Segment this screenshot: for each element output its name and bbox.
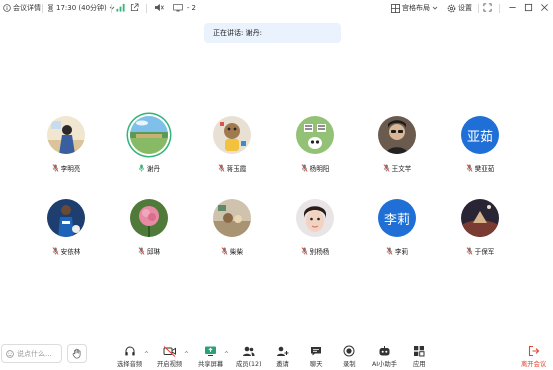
participant-name-line: 李莉	[357, 246, 437, 256]
apps-button[interactable]: 应用	[413, 344, 426, 368]
avatar	[130, 199, 168, 237]
start-video-button[interactable]: 开启视频	[157, 344, 182, 368]
chat-bubble-icon	[310, 345, 322, 357]
avatar: 李莉	[378, 199, 416, 237]
avatar	[130, 116, 168, 154]
participant-name-line: 谢丹	[109, 163, 189, 173]
record-button[interactable]: 录制	[343, 344, 356, 368]
chat-label: 聊天	[310, 361, 323, 368]
headset-icon	[124, 345, 136, 357]
raise-hand-button[interactable]	[67, 344, 87, 363]
select-audio-label: 选择音频	[117, 361, 143, 368]
share-screen-icon	[204, 345, 217, 357]
participant-name-line: 杨明阳	[275, 163, 355, 173]
apps-grid-icon	[413, 345, 425, 357]
mic-muted-icon	[138, 247, 145, 255]
invite-label: 邀请	[276, 361, 289, 368]
mic-muted-icon	[301, 164, 308, 172]
mic-muted-icon	[466, 247, 473, 255]
share-screen-label: 共享屏幕	[198, 361, 224, 368]
members-icon	[242, 345, 255, 357]
avatar-text: 亚茹	[466, 129, 493, 145]
participant-name-line: 李明亮	[26, 163, 106, 173]
participant-name: 李明亮	[60, 165, 81, 173]
participant-name-line: 邱琳	[109, 246, 189, 256]
avatar	[213, 199, 251, 237]
leave-meeting-label: 离开会议	[521, 361, 547, 368]
participant-name: 别杨杨	[309, 248, 330, 256]
participant-name-line: 于保军	[440, 246, 520, 256]
participant-grid: 李明亮 谢丹 蒋玉霞 杨明阳 王文芊 亚茹 樊亚茹 安依林 邱琳 柴柴 别杨杨 …	[0, 0, 553, 300]
participant-name: 蒋玉霞	[226, 165, 247, 173]
video-options-caret[interactable]: ^	[184, 351, 189, 358]
participant-name-line: 樊亚茹	[440, 163, 520, 173]
emoji-icon	[6, 349, 14, 358]
apps-label: 应用	[413, 361, 426, 368]
mic-muted-icon	[466, 164, 473, 172]
start-video-label: 开启视频	[157, 361, 183, 368]
add-user-icon	[276, 345, 289, 357]
participant-name-line: 王文芊	[357, 163, 437, 173]
participant-name: 樊亚茹	[474, 165, 495, 173]
hand-icon	[72, 348, 82, 359]
participant-name-line: 安依林	[26, 246, 106, 256]
mic-muted-icon	[52, 164, 59, 172]
leave-meeting-button[interactable]: 离开会议	[521, 344, 546, 368]
participant-name: 杨明阳	[309, 165, 330, 173]
avatar	[296, 116, 334, 154]
mic-muted-icon	[386, 247, 393, 255]
avatar	[213, 116, 251, 154]
avatar	[296, 199, 334, 237]
participant-name-line: 柴柴	[192, 246, 272, 256]
participant-name: 谢丹	[146, 165, 161, 173]
avatar	[378, 116, 416, 154]
mic-muted-icon	[218, 164, 225, 172]
members-button[interactable]: 成员(12)	[236, 344, 262, 368]
mic-active-icon	[138, 164, 145, 172]
participant-name: 邱琳	[146, 248, 161, 256]
mic-muted-icon	[52, 247, 59, 255]
ai-assistant-label: AI小助手	[372, 361, 398, 368]
share-options-caret[interactable]: ^	[224, 351, 229, 358]
mic-muted-icon	[301, 247, 308, 255]
ai-assistant-button[interactable]: AI小助手	[372, 344, 397, 368]
robot-icon	[378, 345, 391, 357]
avatar	[47, 199, 85, 237]
select-audio-button[interactable]: 选择音频	[117, 344, 142, 368]
audio-options-caret[interactable]: ^	[144, 351, 149, 358]
share-screen-button[interactable]: 共享屏幕	[198, 344, 223, 368]
mic-muted-icon	[221, 247, 228, 255]
participant-name-line: 别杨杨	[275, 246, 355, 256]
chat-button[interactable]: 聊天	[310, 344, 323, 368]
members-label: 成员(12)	[236, 361, 262, 368]
participant-name: 于保军	[474, 248, 495, 256]
participant-name: 王文芊	[391, 165, 412, 173]
avatar	[461, 199, 499, 237]
chat-input[interactable]: 说点什么...	[1, 344, 62, 363]
participant-name: 柴柴	[229, 248, 244, 256]
invite-button[interactable]: 邀请	[276, 344, 289, 368]
video-off-icon	[163, 345, 177, 357]
mic-muted-icon	[383, 164, 390, 172]
record-label: 录制	[343, 361, 356, 368]
avatar: 亚茹	[461, 116, 499, 154]
avatar	[47, 116, 85, 154]
avatar-text: 李莉	[383, 212, 410, 228]
participant-name: 李莉	[394, 248, 409, 256]
participant-name: 安依林	[60, 248, 81, 256]
record-icon	[343, 345, 355, 357]
chat-placeholder: 说点什么...	[17, 349, 52, 358]
participant-name-line: 蒋玉霞	[192, 163, 272, 173]
exit-icon	[528, 345, 540, 357]
